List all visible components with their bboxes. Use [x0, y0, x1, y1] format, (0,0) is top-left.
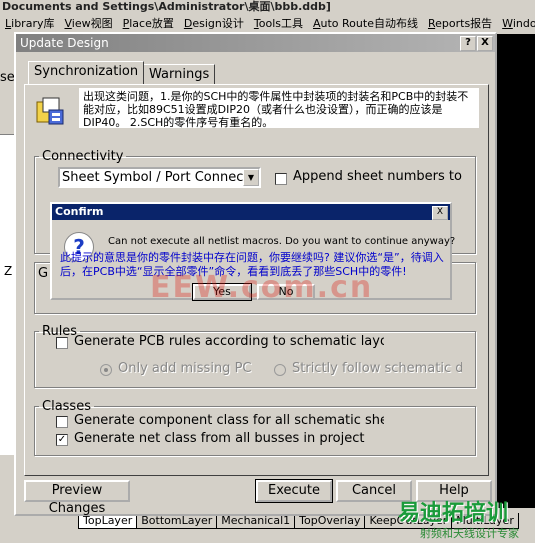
left-label-se: se: [0, 70, 15, 85]
document-icon: [35, 96, 67, 128]
execute-button[interactable]: Execute: [255, 479, 333, 503]
append-sheet-numbers-label: Append sheet numbers to: [293, 169, 462, 184]
component-class-label: Generate component class for all schemat…: [74, 413, 384, 428]
append-sheet-numbers-checkbox[interactable]: [275, 173, 287, 185]
menu-library[interactable]: Library库: [0, 14, 59, 34]
confirm-title-bar: Confirm: [52, 204, 450, 220]
menu-auto-route[interactable]: Auto Route自动布线: [308, 14, 423, 34]
only-add-missing-label: Only add missing PC: [118, 361, 252, 376]
confirm-close-button[interactable]: X: [432, 206, 448, 220]
menu-view[interactable]: View视图: [59, 14, 117, 34]
strictly-follow-radio[interactable]: [274, 364, 286, 376]
pcb-canvas[interactable]: [495, 34, 535, 514]
menu-reports[interactable]: Reports报告: [423, 14, 497, 34]
help-title-button[interactable]: ?: [460, 36, 476, 51]
checkmark-icon: ✓: [57, 434, 67, 445]
net-class-checkbox[interactable]: ✓: [56, 434, 68, 446]
left-label-z: Z: [4, 264, 13, 278]
menu-tools[interactable]: Tools工具: [249, 14, 308, 34]
info-description: 出现这类问题，1.是你的SCH中的零件属性中封装项的封装名和PCB中的封装不能对…: [79, 88, 479, 129]
menu-design[interactable]: Design设计: [179, 14, 249, 34]
dialog-title: Update Design: [20, 36, 109, 50]
generate-pcb-rules-label: Generate PCB rules according to schemati…: [74, 334, 384, 349]
confirm-title: Confirm: [55, 205, 104, 218]
only-add-missing-radio[interactable]: [100, 364, 112, 376]
connectivity-combo[interactable]: Sheet Symbol / Port Connect ▼: [58, 167, 261, 188]
preview-changes-button[interactable]: Preview Changes: [24, 480, 130, 516]
watermark-corner: 易迪拓培训: [398, 501, 509, 526]
chevron-down-icon[interactable]: ▼: [243, 169, 259, 186]
connectivity-combo-value: Sheet Symbol / Port Connect: [62, 170, 249, 185]
classes-legend: Classes: [42, 399, 91, 414]
menu-place[interactable]: Place放置: [118, 14, 179, 34]
close-title-button[interactable]: X: [477, 36, 493, 51]
menu-bar: Library库 View视图 Place放置 Design设计 Tools工具 Auto…: [0, 14, 535, 34]
components-legend-fragment: G: [38, 266, 49, 281]
watermark-corner-sub: 射频和天线设计专家: [420, 527, 519, 540]
net-class-label: Generate net class from all busses in pr…: [74, 431, 365, 446]
app-title-bar: Documents and Settings\Administrator\桌面\…: [0, 0, 535, 14]
tab-warnings[interactable]: Warnings: [143, 64, 216, 85]
confirm-message: Can not execute all netlist macros. Do y…: [108, 236, 456, 247]
connectivity-legend: Connectivity: [42, 149, 124, 164]
tab-synchronization[interactable]: Synchronization: [28, 61, 145, 84]
menu-window[interactable]: Window窗口: [497, 14, 535, 34]
strictly-follow-label: Strictly follow schematic d: [292, 361, 462, 376]
component-class-checkbox[interactable]: [56, 416, 68, 428]
generate-pcb-rules-checkbox[interactable]: [56, 337, 68, 349]
watermark-logo: EEW.com.cn: [150, 270, 374, 305]
dialog-title-bar: Update Design: [16, 34, 495, 52]
